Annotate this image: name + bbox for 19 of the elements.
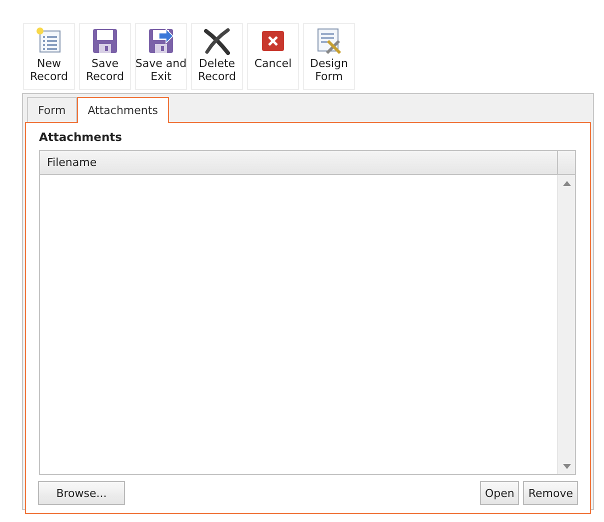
- scroll-up-icon[interactable]: [562, 181, 570, 186]
- browse-button[interactable]: Browse...: [38, 481, 125, 505]
- toolbar-button[interactable]: Delete Record: [191, 23, 243, 90]
- scroll-down-icon[interactable]: [562, 464, 570, 469]
- tab[interactable]: Attachments: [76, 97, 169, 123]
- toolbar-button[interactable]: Design Form: [303, 23, 355, 90]
- toolbar-button[interactable]: Save and Exit: [135, 23, 187, 90]
- toolbar-button[interactable]: Cancel: [247, 23, 299, 90]
- action-button[interactable]: Remove: [523, 481, 578, 505]
- scrollbar[interactable]: [557, 175, 575, 474]
- document-icon: [35, 27, 63, 55]
- toolbar-button[interactable]: New Record: [23, 23, 75, 90]
- tab[interactable]: Form: [27, 97, 77, 122]
- toolbar-button[interactable]: Save Record: [79, 23, 131, 90]
- section-title: Attachments: [39, 130, 122, 144]
- column-header: Filename: [46, 155, 98, 171]
- document-tools-icon: [315, 27, 343, 55]
- cross-icon: [203, 27, 231, 55]
- action-button[interactable]: Open: [480, 481, 520, 505]
